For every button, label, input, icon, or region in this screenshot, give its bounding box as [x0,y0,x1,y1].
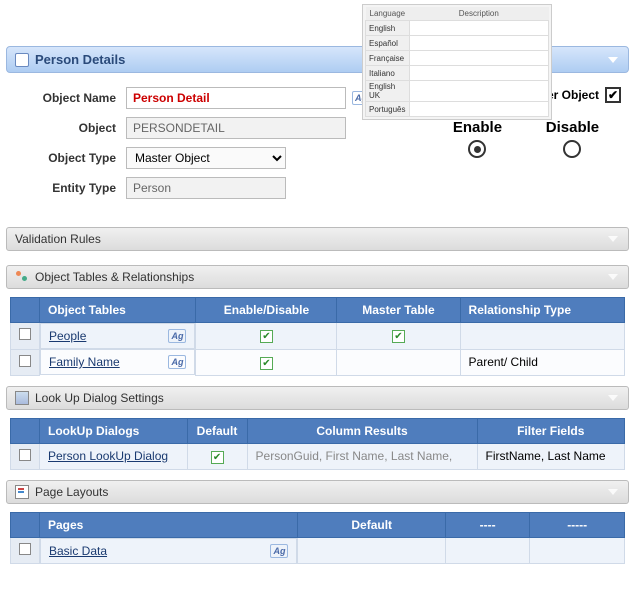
col-cols: Column Results [247,418,477,443]
lang-row: Português [366,102,410,117]
lang-col-description: Description [409,7,548,21]
disable-radio[interactable] [563,140,581,158]
lang-input[interactable] [410,24,548,35]
table-row[interactable]: People Ag [11,323,625,350]
translate-icon[interactable]: Ag [168,329,186,343]
chevron-down-icon[interactable] [608,236,618,242]
table-link[interactable]: People [49,329,86,343]
section-title: Object Tables & Relationships [35,270,194,284]
tables-icon [15,270,29,284]
language-popup[interactable]: Language Description English Español Fra… [362,4,552,120]
section-page-layouts[interactable]: Page Layouts [6,480,629,504]
object-input [126,117,346,139]
lang-row: English UK [366,81,410,102]
entity-type-input [126,177,286,199]
label-object: Object [14,121,126,135]
col-results-cell: PersonGuid, First Name, Last Name, [247,443,477,469]
panel-icon [15,53,29,67]
lookup-link[interactable]: Person LookUp Dialog [48,449,168,463]
col-pages: Pages [40,512,298,537]
default-checkbox[interactable] [211,451,224,464]
lookup-icon [15,391,29,405]
col-master: Master Table [337,298,460,323]
lang-row: English [366,21,410,36]
row-checkbox[interactable] [19,543,31,555]
translate-icon[interactable]: Ag [168,355,186,369]
page-icon [15,485,29,499]
label-enable: Enable [453,119,502,136]
chevron-down-icon[interactable] [608,57,618,63]
lang-row: Español [366,36,410,51]
lang-input[interactable] [410,39,548,50]
table-row[interactable]: Family Name Ag Parent/ Child [11,349,625,375]
col-default: Default [298,512,446,537]
rel-cell [460,323,624,350]
translate-icon[interactable]: Ag [270,544,288,558]
page-link[interactable]: Basic Data [49,544,107,558]
table-row[interactable]: Basic Data Ag [11,537,625,564]
panel-title: Person Details [35,52,125,67]
lang-row: Française [366,51,410,66]
col-default: Default [187,418,247,443]
section-lookup-dialogs[interactable]: Look Up Dialog Settings [6,386,629,410]
row-checkbox[interactable] [19,355,31,367]
table-row[interactable]: Person LookUp Dialog PersonGuid, First N… [11,443,625,469]
label-object-name: Object Name [14,91,126,105]
lookup-grid: LookUp Dialogs Default Column Results Fi… [10,418,625,470]
lang-col-language: Language [366,7,410,21]
lang-input[interactable] [410,87,548,98]
col-rel: Relationship Type [460,298,624,323]
label-entity-type: Entity Type [14,181,126,195]
lang-input[interactable] [410,69,548,80]
table-link[interactable]: Family Name [49,355,120,369]
enable-checkbox[interactable] [260,330,273,343]
master-object-checkbox[interactable] [605,87,621,103]
col-enable: Enable/Disable [196,298,337,323]
pages-grid: Pages Default ---- ----- Basic Data Ag [10,512,625,565]
object-name-input[interactable] [126,87,346,109]
section-validation-rules[interactable]: Validation Rules [6,227,629,251]
rel-cell: Parent/ Child [460,349,624,375]
lang-input[interactable] [410,54,548,65]
chevron-down-icon[interactable] [608,395,618,401]
enable-checkbox[interactable] [260,357,273,370]
filter-cell: FirstName, Last Name [477,443,624,469]
object-type-select[interactable]: Master Object [126,147,286,169]
row-checkbox[interactable] [19,449,31,461]
col-lookup: LookUp Dialogs [40,418,188,443]
col-blank: ----- [530,512,625,537]
lang-input[interactable] [410,105,548,116]
label-disable: Disable [546,119,599,136]
master-checkbox[interactable] [392,330,405,343]
chevron-down-icon[interactable] [608,274,618,280]
object-tables-grid: Object Tables Enable/Disable Master Tabl… [10,297,625,376]
col-blank: ---- [445,512,529,537]
section-object-tables[interactable]: Object Tables & Relationships [6,265,629,289]
col-object-tables: Object Tables [40,298,196,323]
label-object-type: Object Type [14,151,126,165]
lang-row: Italiano [366,66,410,81]
enable-radio[interactable] [468,140,486,158]
row-checkbox[interactable] [19,328,31,340]
section-title: Page Layouts [35,485,108,499]
section-title: Validation Rules [15,232,101,246]
chevron-down-icon[interactable] [608,489,618,495]
col-filter: Filter Fields [477,418,624,443]
section-title: Look Up Dialog Settings [35,391,164,405]
